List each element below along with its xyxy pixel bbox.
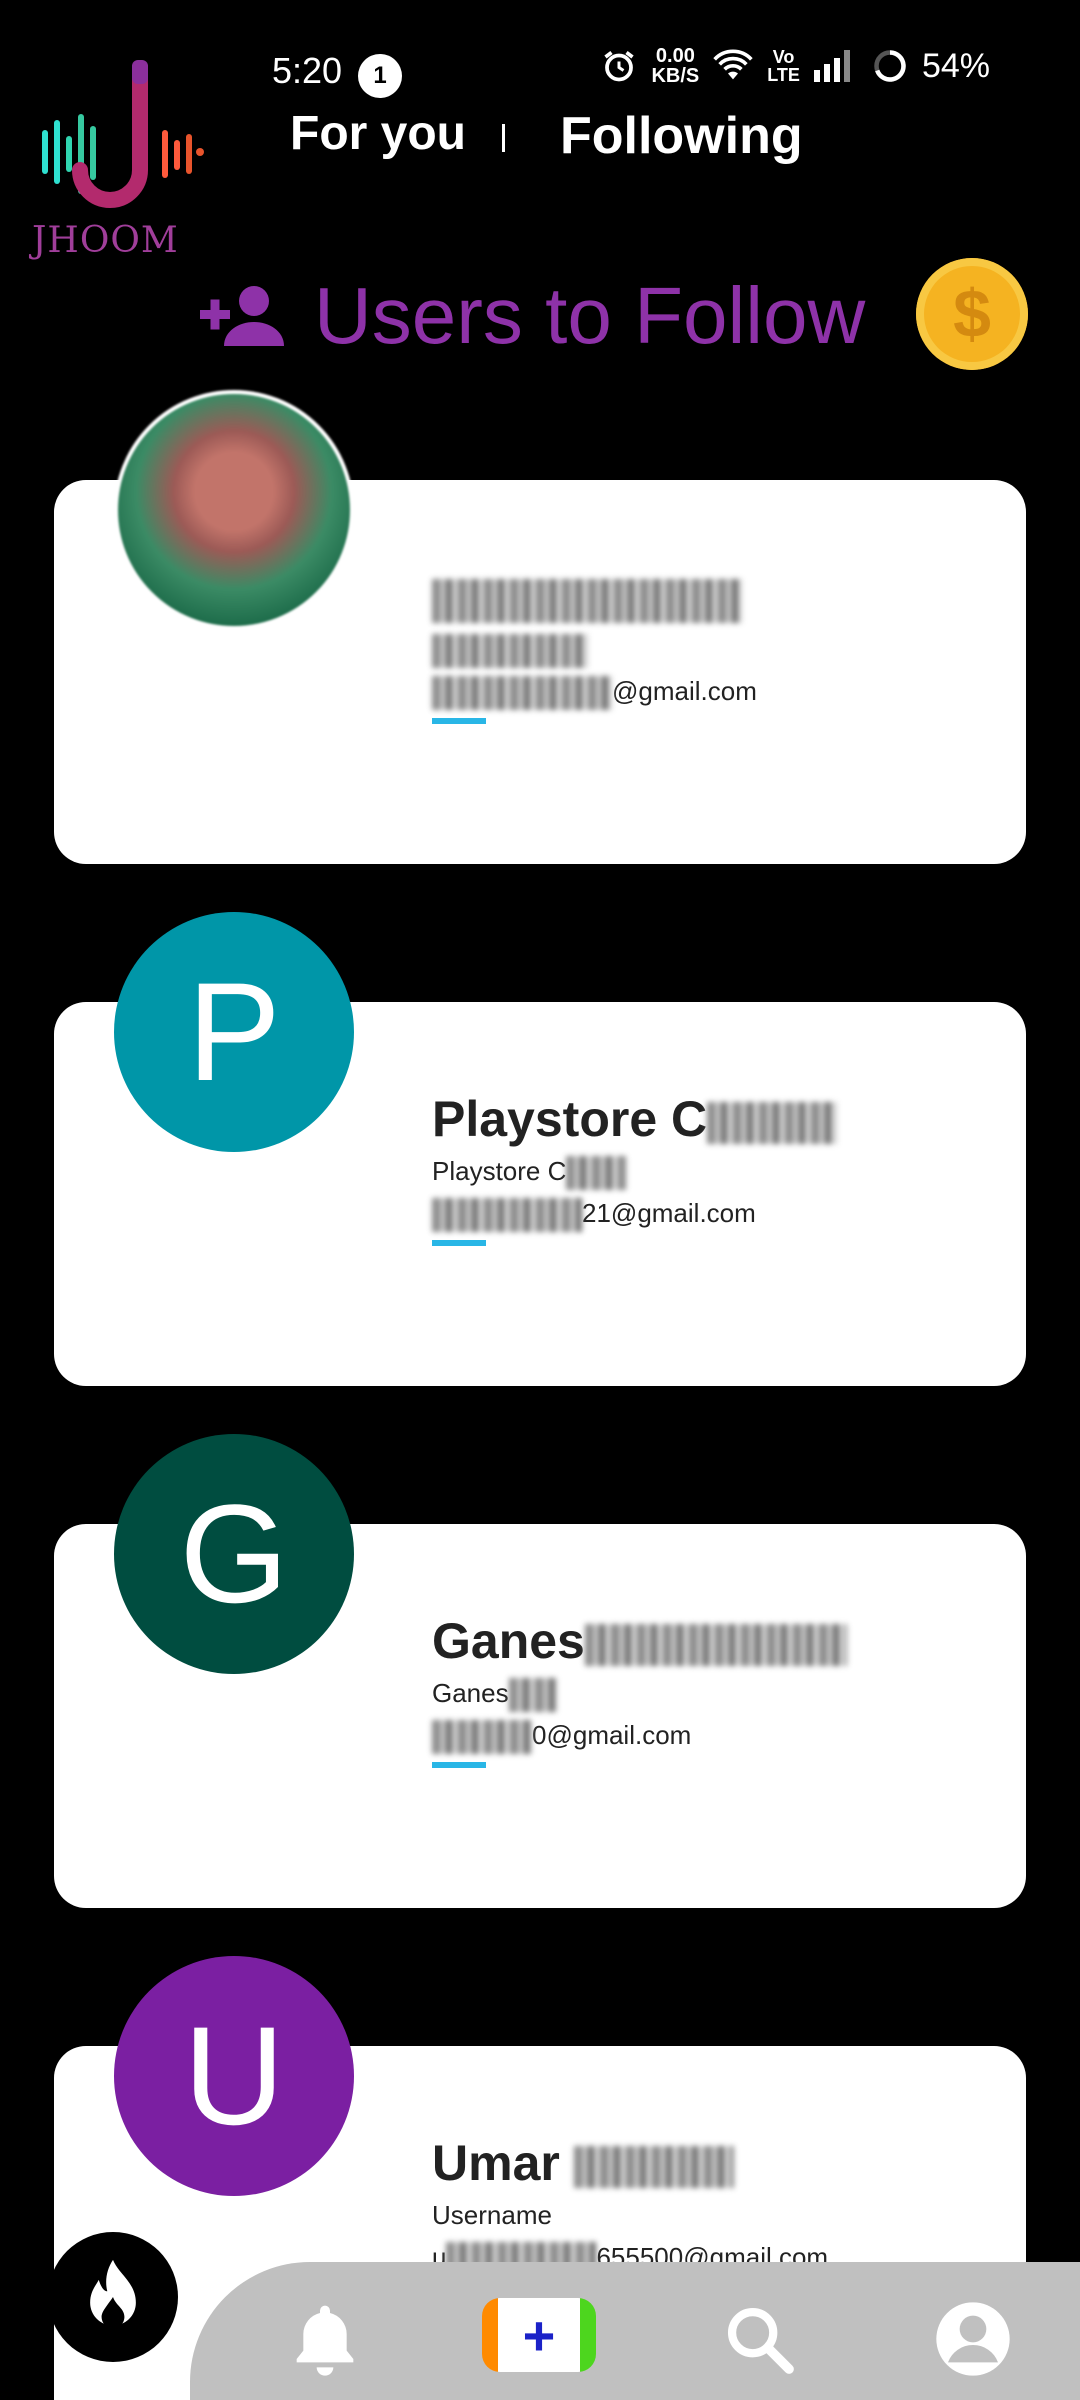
- name-text: Ganes: [432, 1613, 585, 1669]
- battery-percent: 54%: [921, 46, 990, 85]
- volte-bottom: LTE: [767, 65, 800, 85]
- user-avatar[interactable]: [114, 390, 354, 630]
- alarm-icon: [601, 48, 637, 84]
- user-name: Playstore C: [432, 1090, 838, 1148]
- status-time: 5:20: [272, 50, 343, 91]
- tab-following[interactable]: Following: [560, 106, 803, 166]
- battery-icon: [872, 48, 908, 84]
- coin-icon[interactable]: $: [916, 258, 1028, 370]
- name-text: Umar: [432, 2135, 560, 2191]
- section-heading: Users to Follow: [200, 270, 865, 362]
- card-accent-line: [432, 718, 486, 724]
- avatar-letter: U: [183, 1997, 285, 2154]
- subtitle-text: Ganes: [432, 1678, 509, 1708]
- card-accent-line: [432, 1240, 486, 1246]
- home-fire-button[interactable]: [48, 2232, 178, 2362]
- subtitle-text: Playstore C: [432, 1156, 567, 1186]
- user-email: 0@gmail.com: [432, 1720, 692, 1755]
- email-suffix: 21@gmail.com: [582, 1198, 756, 1228]
- profile-icon[interactable]: [932, 2298, 1014, 2380]
- user-avatar[interactable]: P: [114, 912, 354, 1152]
- tab-for-you[interactable]: For you: [290, 106, 466, 161]
- net-speed-unit: KB/S: [651, 65, 700, 87]
- email-suffix: @gmail.com: [612, 676, 757, 706]
- user-subtitle: Username: [432, 2200, 552, 2230]
- user-avatar[interactable]: U: [114, 1956, 354, 2196]
- user-email: 21@gmail.com: [432, 1198, 756, 1233]
- net-speed-value: 0.00: [655, 45, 695, 67]
- email-suffix: 0@gmail.com: [532, 1720, 692, 1750]
- user-avatar[interactable]: G: [114, 1434, 354, 1674]
- avatar-letter: P: [187, 953, 281, 1110]
- user-subtitle: Ganes: [432, 1678, 557, 1713]
- card-accent-line: [432, 1762, 486, 1768]
- user-subtitle: [432, 634, 588, 669]
- volte-icon: Vo LTE: [767, 48, 800, 84]
- user-name: Umar: [432, 2134, 734, 2192]
- user-email: @gmail.com: [432, 676, 757, 711]
- page-title: Users to Follow: [314, 271, 866, 360]
- plus-icon: +: [499, 2298, 579, 2372]
- wifi-icon: [713, 49, 753, 83]
- feed-tabs: For you Following: [0, 106, 1080, 166]
- app-logo-text: JHOOM: [32, 220, 179, 261]
- create-button[interactable]: +: [482, 2298, 596, 2372]
- name-text: Playstore C: [432, 1091, 708, 1147]
- avatar-letter: G: [179, 1475, 289, 1632]
- user-name: Ganes: [432, 1612, 847, 1670]
- user-name: [432, 568, 742, 626]
- search-icon[interactable]: [718, 2298, 800, 2380]
- notification-badge: 1: [358, 54, 402, 98]
- volte-top: Vo: [772, 47, 795, 67]
- status-icons: 0.00 KB/S Vo LTE 54%: [601, 46, 990, 86]
- fire-icon: [58, 2242, 168, 2352]
- signal-icon: [813, 50, 858, 82]
- add-person-icon: [200, 286, 284, 346]
- notifications-bell-icon[interactable]: [284, 2298, 366, 2380]
- tab-divider: [502, 124, 505, 152]
- net-speed: 0.00 KB/S: [651, 46, 699, 86]
- user-subtitle: Playstore C: [432, 1156, 627, 1191]
